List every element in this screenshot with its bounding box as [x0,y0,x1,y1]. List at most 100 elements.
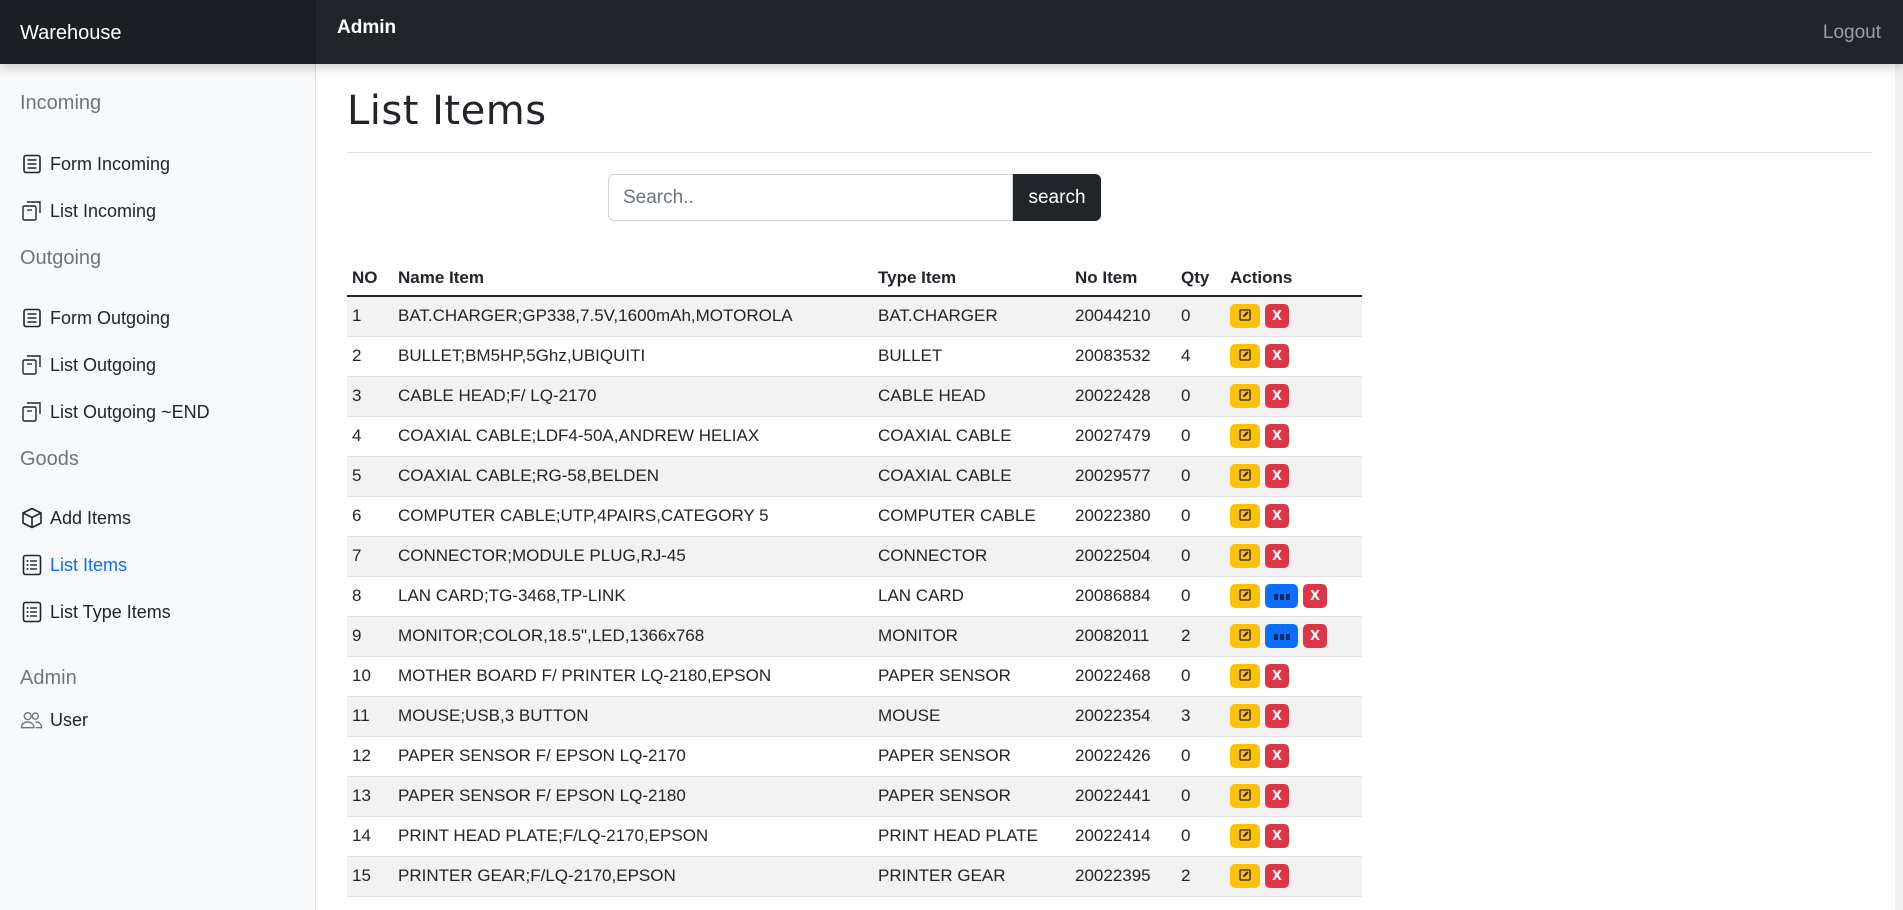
delete-button[interactable]: X [1303,584,1327,608]
search-button[interactable]: search [1013,174,1101,221]
sidebar-item-label: Form Incoming [50,153,171,174]
cell-type-item: MOUSE [873,696,1070,737]
cell-no-item: 20086884 [1070,576,1176,617]
cell-qty: 0 [1176,296,1225,337]
delete-button[interactable]: X [1265,464,1289,488]
delete-button[interactable]: X [1265,704,1289,728]
cell-no: 14 [347,816,393,857]
logout-link[interactable]: Logout [1823,22,1881,44]
table-row: 1 BAT.CHARGER;GP338,7.5V,1600mAh,MOTOROLA… [347,296,1362,337]
cell-type-item: PAPER SENSOR [873,656,1070,697]
table-row: 9 MONITOR;COLOR,18.5",LED,1366x768 MONITOR… [347,616,1362,657]
edit-button[interactable] [1230,824,1260,848]
users-icon [20,708,43,732]
delete-button[interactable]: X [1265,384,1289,408]
table-row: 13 PAPER SENSOR F/ EPSON LQ-2180 PAPER SEN… [347,776,1362,817]
sidebar-item-list-items[interactable]: List Items [20,550,127,580]
delete-button[interactable]: X [1303,624,1327,648]
sidebar-item-form-incoming[interactable]: Form Incoming [20,149,170,179]
detail-button[interactable] [1265,584,1298,608]
table-row: 5 COAXIAL CABLE;RG-58,BELDEN COAXIAL CABLE… [347,456,1362,497]
sidebar-item-label: List Outgoing ~END [50,401,210,422]
cell-type-item: CABLE HEAD [873,376,1070,417]
edit-icon [1239,548,1251,564]
edit-button[interactable] [1230,664,1260,688]
sidebar-item-add-items[interactable]: Add Items [20,503,131,533]
cell-actions: X [1225,616,1362,657]
delete-button[interactable]: X [1265,664,1289,688]
header-no-item: No Item [1070,261,1176,297]
cell-no-item: 20022380 [1070,496,1176,537]
cell-no-item: 20044210 [1070,296,1176,337]
table-row: 10 MOTHER BOARD F/ PRINTER LQ-2180,EPSON P… [347,656,1362,697]
cell-name-item: MONITOR;COLOR,18.5",LED,1366x768 [393,616,873,657]
cell-type-item: PAPER SENSOR [873,776,1070,817]
delete-button[interactable]: X [1265,344,1289,368]
header-qty: Qty [1176,261,1225,297]
cell-qty: 3 [1176,696,1225,737]
detail-button[interactable] [1265,624,1298,648]
edit-button[interactable] [1230,464,1260,488]
cell-name-item: CABLE HEAD;F/ LQ-2170 [393,376,873,417]
table-row: 3 CABLE HEAD;F/ LQ-2170 CABLE HEAD 20022428… [347,376,1362,417]
sidebar-item-label: List Incoming [50,200,157,221]
cell-type-item: PRINTER GEAR [873,856,1070,897]
sidebar-item-list-outgoing-end[interactable]: List Outgoing ~END [20,397,210,427]
header-name-item: Name Item [393,261,873,297]
delete-button[interactable]: X [1265,784,1289,808]
sidebar-item-user[interactable]: User [20,705,88,735]
edit-button[interactable] [1230,584,1260,608]
cell-qty: 2 [1176,616,1225,657]
sidebar-heading-outgoing: Outgoing [20,247,102,269]
edit-button[interactable] [1230,744,1260,768]
sidebar-item-list-incoming[interactable]: List Incoming [20,196,156,226]
table-row: 11 MOUSE;USB,3 BUTTON MOUSE 20022354 3 X [347,696,1362,737]
edit-icon [1239,468,1251,484]
scrollbar[interactable] [1895,0,1903,910]
edit-button[interactable] [1230,704,1260,728]
delete-button[interactable]: X [1265,744,1289,768]
delete-button[interactable]: X [1265,504,1289,528]
cell-no: 6 [347,496,393,537]
sidebar-item-label: Add Items [50,507,132,528]
edit-button[interactable] [1230,784,1260,808]
cell-actions: X [1225,536,1362,577]
table-row: 12 PAPER SENSOR F/ EPSON LQ-2170 PAPER SEN… [347,736,1362,777]
delete-button[interactable]: X [1265,304,1289,329]
cell-no: 15 [347,856,393,897]
list-icon [20,553,43,577]
sidebar-item-list-type-items[interactable]: List Type Items [20,597,171,627]
delete-button[interactable]: X [1265,864,1289,888]
divider [347,152,1872,153]
cell-type-item: COMPUTER CABLE [873,496,1070,537]
edit-button[interactable] [1230,864,1260,888]
cell-name-item: MOUSE;USB,3 BUTTON [393,696,873,737]
edit-button[interactable] [1230,384,1260,408]
search-input[interactable] [608,174,1013,221]
edit-icon [1239,388,1251,404]
delete-button[interactable]: X [1265,544,1289,568]
cell-no-item: 20022441 [1070,776,1176,817]
brand-logo[interactable]: Warehouse [0,0,316,64]
edit-button[interactable] [1230,504,1260,528]
delete-button[interactable]: X [1265,424,1289,448]
cell-no-item: 20022414 [1070,816,1176,857]
edit-button[interactable] [1230,544,1260,568]
edit-button[interactable] [1230,304,1260,329]
boxes-icon [20,199,43,223]
cell-no-item: 20082011 [1070,616,1176,657]
cell-qty: 0 [1176,816,1225,857]
cell-no: 3 [347,376,393,417]
delete-button[interactable]: X [1265,824,1289,848]
sidebar-item-form-outgoing[interactable]: Form Outgoing [20,303,170,333]
table-row: 8 LAN CARD;TG-3468,TP-LINK LAN CARD 2008688… [347,576,1362,617]
cell-type-item: COAXIAL CABLE [873,416,1070,457]
sidebar-item-label: List Type Items [50,601,171,622]
edit-button[interactable] [1230,424,1260,448]
cell-qty: 0 [1176,536,1225,577]
top-navbar: Warehouse Admin Logout [0,0,1903,64]
cell-name-item: PAPER SENSOR F/ EPSON LQ-2170 [393,736,873,777]
edit-button[interactable] [1230,624,1260,648]
edit-button[interactable] [1230,344,1260,368]
sidebar-item-list-outgoing[interactable]: List Outgoing [20,350,156,380]
